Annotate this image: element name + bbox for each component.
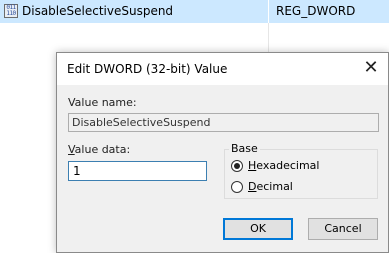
ok-button[interactable]: OK	[223, 218, 293, 240]
dialog-titlebar[interactable]: Edit DWORD (32-bit) Value ✕	[57, 53, 388, 85]
value-data-input[interactable]	[68, 161, 207, 181]
registry-value-name: DisableSelectiveSuspend	[22, 4, 174, 18]
radio-hexadecimal-label: Hexadecimal	[248, 159, 320, 172]
registry-value-type: REG_DWORD	[276, 4, 356, 18]
dialog-title: Edit DWORD (32-bit) Value	[67, 62, 228, 76]
value-data-label: Value data:	[68, 143, 131, 156]
radio-button-selected-icon[interactable]	[231, 160, 243, 172]
radio-decimal-label: Decimal	[248, 180, 293, 193]
close-icon[interactable]: ✕	[358, 55, 384, 81]
value-name-field: DisableSelectiveSuspend	[68, 113, 379, 132]
column-separator	[268, 0, 269, 23]
base-group-label: Base	[229, 142, 260, 155]
value-name-label: Value name:	[68, 96, 137, 109]
cancel-button[interactable]: Cancel	[308, 218, 378, 240]
edit-dword-dialog: Edit DWORD (32-bit) Value ✕ Value name: …	[56, 52, 389, 253]
reg-binary-icon: 011 110	[4, 4, 18, 18]
registry-row-selected[interactable]: 011 110 DisableSelectiveSuspend REG_DWOR…	[0, 0, 389, 23]
radio-button-icon[interactable]	[231, 181, 243, 193]
